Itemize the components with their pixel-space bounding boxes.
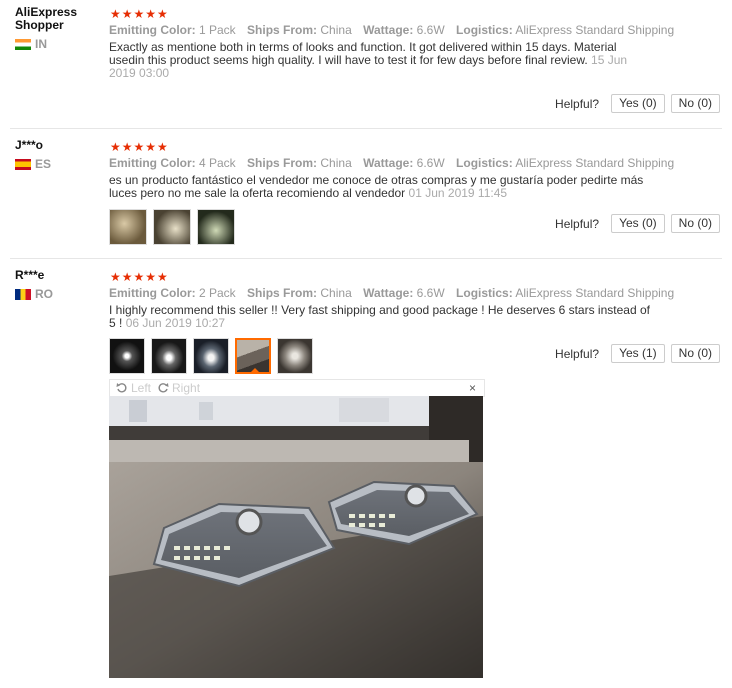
star-rating: ★★★★★ [110,7,169,21]
review-date: 06 Jun 2019 10:27 [125,316,226,330]
review-date: 01 Jun 2019 11:45 [408,186,508,200]
attr-label: Wattage: [363,23,414,37]
close-viewer-button[interactable]: × [469,381,476,395]
divider [10,128,722,129]
helpful-box: Helpful? Yes (1) No (0) [555,344,720,363]
helpful-label: Helpful? [555,346,600,361]
attr-label: Emitting Color: [109,286,196,300]
attr-value: 2 Pack [199,286,236,300]
reviewer-name: R***e [15,268,45,282]
order-attributes: Emitting Color: 1 Pack Ships From: China… [109,23,682,37]
rotate-left-button[interactable]: Left [116,381,151,395]
rotate-left-label: Left [131,381,152,395]
photo-solar-lights [109,396,483,678]
review-photo-thumb[interactable] [277,338,313,374]
rotate-left-icon [116,383,127,393]
photo-viewer-toolbar: Left Right × [109,379,485,397]
helpful-box: Helpful? Yes (0) No (0) [555,94,720,113]
attr-label: Ships From: [247,286,318,300]
attr-value: AliExpress Standard Shipping [515,156,675,170]
reviewer-info: AliExpress Shopper IN [15,6,105,51]
attr-value: 4 Pack [199,156,236,170]
review-photos [109,209,241,245]
country-code: IN [35,37,47,51]
attr-label: Logistics: [456,156,513,170]
review-text: I highly recommend this seller !! Very f… [109,304,654,330]
rotate-right-label: Right [172,381,201,395]
attr-label: Emitting Color: [109,156,196,170]
review-photo-thumb[interactable] [109,338,145,374]
attr-label: Logistics: [456,23,513,37]
helpful-no-button[interactable]: No (0) [670,94,720,113]
review-photo-thumb[interactable] [109,209,147,245]
attr-label: Logistics: [456,286,513,300]
rotate-right-button[interactable]: Right [157,381,200,395]
divider [10,258,722,259]
attr-label: Wattage: [363,286,414,300]
attr-value: 6.6W [416,286,445,300]
review-body: Exactly as mentione both in terms of loo… [109,40,617,67]
review-item: AliExpress Shopper IN ★★★★★ Emitting Col… [0,6,732,126]
reviewer-info: J***o ES [15,139,105,171]
review-text: Exactly as mentione both in terms of loo… [109,41,654,80]
attr-value: 6.6W [416,156,445,170]
review-photo-thumb[interactable] [193,338,229,374]
review-photo-large [109,396,483,678]
helpful-no-button[interactable]: No (0) [670,214,720,233]
attr-label: Wattage: [363,156,414,170]
attr-value: 6.6W [416,23,445,37]
attr-value: AliExpress Standard Shipping [515,286,675,300]
helpful-yes-button[interactable]: Yes (1) [611,344,665,363]
attr-label: Emitting Color: [109,23,196,37]
review-photo-thumb[interactable] [197,209,235,245]
reviewer-name: J***o [15,138,44,152]
helpful-yes-button[interactable]: Yes (0) [611,214,665,233]
romania-flag-icon [15,288,31,300]
star-rating: ★★★★★ [110,140,169,154]
reviewer-country: IN [15,37,105,51]
attr-value: China [320,23,352,37]
attr-value: AliExpress Standard Shipping [515,23,675,37]
rotate-right-icon [158,383,169,393]
order-attributes: Emitting Color: 4 Pack Ships From: China… [109,156,682,170]
review-item: J***o ES ★★★★★ Emitting Color: 4 Pack Sh… [0,139,732,249]
helpful-yes-button[interactable]: Yes (0) [611,94,665,113]
review-photos [109,338,319,374]
selected-caret-icon [250,368,260,372]
review-photo-thumb-selected[interactable] [235,338,271,374]
helpful-box: Helpful? Yes (0) No (0) [555,214,720,233]
review-photo-thumb[interactable] [153,209,191,245]
review-photo-thumb[interactable] [151,338,187,374]
reviewer-country: ES [15,157,105,171]
attr-value: 1 Pack [199,23,236,37]
helpful-label: Helpful? [555,216,600,231]
attr-value: China [320,156,352,170]
helpful-label: Helpful? [555,96,600,111]
reviewer-country: RO [15,287,105,301]
order-attributes: Emitting Color: 2 Pack Ships From: China… [109,286,682,300]
review-item: R***e RO ★★★★★ Emitting Color: 2 Pack Sh… [0,269,732,379]
reviewer-name: AliExpress Shopper [15,5,78,32]
attr-value: China [320,286,352,300]
star-rating: ★★★★★ [110,270,169,284]
review-body: es un producto fantástico el vendedor me… [109,173,644,200]
india-flag-icon [15,38,31,50]
review-text: es un producto fantástico el vendedor me… [109,174,654,200]
spain-flag-icon [15,158,31,170]
reviewer-info: R***e RO [15,269,105,301]
country-code: RO [35,287,53,301]
attr-label: Ships From: [247,156,318,170]
helpful-no-button[interactable]: No (0) [670,344,720,363]
attr-label: Ships From: [247,23,318,37]
country-code: ES [35,157,52,171]
